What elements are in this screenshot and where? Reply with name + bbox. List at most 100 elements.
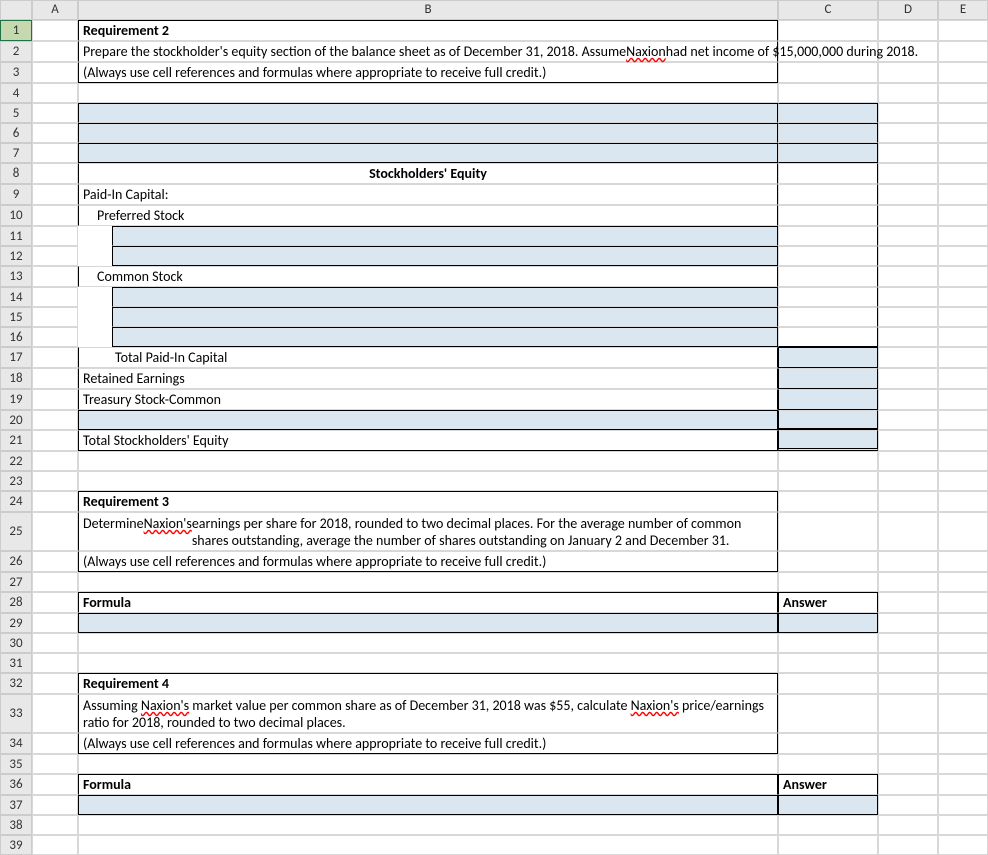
cell-C1[interactable] [778, 20, 878, 41]
cell-A3[interactable] [32, 62, 78, 83]
cell-D21[interactable] [878, 430, 938, 451]
cell-E2[interactable] [938, 41, 988, 62]
cell-C30[interactable] [778, 633, 878, 653]
cell-D28[interactable] [878, 592, 938, 613]
cell-A15[interactable] [32, 307, 78, 327]
cell-C8[interactable] [778, 163, 878, 184]
cell-E24[interactable] [938, 491, 988, 512]
row-header-26[interactable]: 26 [0, 551, 32, 572]
cell-D34[interactable] [878, 733, 938, 754]
row-header-36[interactable]: 36 [0, 774, 32, 795]
col-header-E[interactable]: E [938, 0, 988, 20]
cell-C26[interactable] [778, 551, 878, 572]
cell-B25[interactable]: Determine Naxion's earnings per share fo… [78, 512, 778, 551]
cell-A21[interactable] [32, 430, 78, 451]
cell-A26[interactable] [32, 551, 78, 572]
cell-E9[interactable] [938, 184, 988, 205]
cell-C38[interactable] [778, 815, 878, 835]
cell-B39[interactable] [78, 835, 778, 855]
row-header-15[interactable]: 15 [0, 307, 32, 327]
cell-C25[interactable] [778, 512, 878, 551]
cell-B26[interactable]: (Always use cell references and formulas… [78, 551, 778, 572]
cell-E38[interactable] [938, 815, 988, 835]
col-header-B[interactable]: B [78, 0, 778, 20]
cell-C34[interactable] [778, 733, 878, 754]
row-header-29[interactable]: 29 [0, 613, 32, 633]
cell-D37[interactable] [878, 795, 938, 815]
cell-C13[interactable] [778, 266, 878, 287]
cell-D12[interactable] [878, 246, 938, 266]
cell-D11[interactable] [878, 226, 938, 246]
cell-D23[interactable] [878, 471, 938, 491]
row-header-25[interactable]: 25 [0, 512, 32, 551]
cell-A5[interactable] [32, 103, 78, 123]
cell-A35[interactable] [32, 754, 78, 774]
cell-C14[interactable] [778, 287, 878, 307]
cell-A13[interactable] [32, 266, 78, 287]
cell-C17-input[interactable] [778, 347, 878, 368]
cell-A37[interactable] [32, 795, 78, 815]
row-header-2[interactable]: 2 [0, 41, 32, 62]
cell-C27[interactable] [778, 572, 878, 592]
cell-A19[interactable] [32, 389, 78, 410]
col-header-A[interactable]: A [32, 0, 78, 20]
cell-D8[interactable] [878, 163, 938, 184]
row-header-32[interactable]: 32 [0, 673, 32, 694]
cell-C9[interactable] [778, 184, 878, 205]
cell-A36[interactable] [32, 774, 78, 795]
cell-B27[interactable] [78, 572, 778, 592]
spreadsheet-grid[interactable]: A B C D E 1 Requirement 2 2 Prepare the … [0, 0, 988, 855]
row-header-17[interactable]: 17 [0, 347, 32, 368]
cell-B18[interactable]: Retained Earnings [78, 368, 778, 389]
cell-E1[interactable] [938, 20, 988, 41]
cell-A11[interactable] [32, 226, 78, 246]
cell-B38[interactable] [78, 815, 778, 835]
cell-A25[interactable] [32, 512, 78, 551]
cell-B24[interactable]: Requirement 3 [78, 491, 778, 512]
cell-C29-input[interactable] [778, 613, 878, 633]
row-header-4[interactable]: 4 [0, 83, 32, 103]
cell-B14-input[interactable] [112, 287, 778, 307]
row-header-28[interactable]: 28 [0, 592, 32, 613]
cell-B12-input[interactable] [112, 246, 778, 266]
cell-E35[interactable] [938, 754, 988, 774]
cell-C5[interactable] [778, 103, 878, 123]
cell-C7[interactable] [778, 143, 878, 163]
cell-B34[interactable]: (Always use cell references and formulas… [78, 733, 778, 754]
cell-C20-input[interactable] [778, 410, 878, 430]
cell-D38[interactable] [878, 815, 938, 835]
cell-B10[interactable]: Preferred Stock [78, 205, 778, 226]
row-header-31[interactable]: 31 [0, 653, 32, 673]
cell-E10[interactable] [938, 205, 988, 226]
cell-D13[interactable] [878, 266, 938, 287]
cell-A24[interactable] [32, 491, 78, 512]
row-header-16[interactable]: 16 [0, 327, 32, 347]
cell-A33[interactable] [32, 694, 78, 733]
cell-E16[interactable] [938, 327, 988, 347]
cell-A20[interactable] [32, 410, 78, 430]
cell-B5[interactable] [78, 103, 778, 123]
cell-D5[interactable] [878, 103, 938, 123]
cell-E15[interactable] [938, 307, 988, 327]
cell-E6[interactable] [938, 123, 988, 143]
cell-E30[interactable] [938, 633, 988, 653]
cell-D6[interactable] [878, 123, 938, 143]
cell-C33[interactable] [778, 694, 878, 733]
cell-C24[interactable] [778, 491, 878, 512]
cell-E33[interactable] [938, 694, 988, 733]
cell-D19[interactable] [878, 389, 938, 410]
cell-C10[interactable] [778, 205, 878, 226]
cell-D24[interactable] [878, 491, 938, 512]
cell-E19[interactable] [938, 389, 988, 410]
row-header-11[interactable]: 11 [0, 226, 32, 246]
cell-B32[interactable]: Requirement 4 [78, 673, 778, 694]
cell-A28[interactable] [32, 592, 78, 613]
row-header-8[interactable]: 8 [0, 163, 32, 184]
cell-B20-input[interactable] [78, 410, 778, 430]
cell-A14[interactable] [32, 287, 78, 307]
cell-A31[interactable] [32, 653, 78, 673]
cell-A23[interactable] [32, 471, 78, 491]
row-header-3[interactable]: 3 [0, 62, 32, 83]
cell-A17[interactable] [32, 347, 78, 368]
row-header-7[interactable]: 7 [0, 143, 32, 163]
